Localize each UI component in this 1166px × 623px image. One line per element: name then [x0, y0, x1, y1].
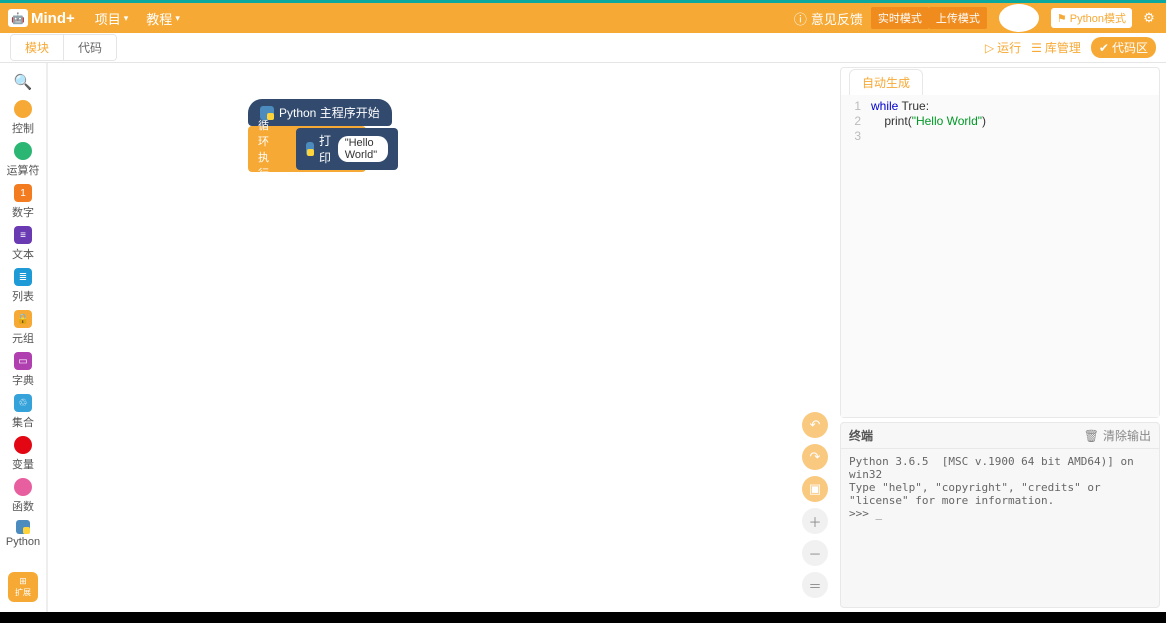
category-square-icon: ▭ [14, 352, 32, 370]
block-loop-forever[interactable]: 循环执行 打印 "Hello World" [248, 126, 366, 172]
mode-upload-button[interactable]: 上传模式 [929, 7, 987, 29]
block-print[interactable]: 打印 "Hello World" [296, 128, 398, 170]
play-icon: ▷ [985, 41, 994, 55]
category-label: 数字 [12, 204, 34, 220]
extension-icon: ⊞ [19, 576, 27, 587]
code-area-label: 代码区 [1112, 39, 1148, 56]
logo-icon: 🤖 [8, 9, 28, 27]
category-label: 元组 [12, 330, 34, 346]
category-元组[interactable]: 🔒 元组 [6, 307, 40, 349]
code-tab-auto[interactable]: 自动生成 [849, 69, 923, 95]
category-dot-icon [14, 142, 32, 160]
view-tabs: 模块 代码 [10, 34, 117, 61]
terminal-panel: 终端 🗑 清除输出 Python 3.6.5 [MSC v.1900 64 bi… [840, 422, 1160, 608]
block-python-main-start[interactable]: Python 主程序开始 [248, 99, 392, 126]
flag-icon: ⚑ [1057, 12, 1067, 25]
search-icon[interactable]: 🔍 [10, 69, 37, 95]
category-label: 列表 [12, 288, 34, 304]
redo-button[interactable]: ↷ [802, 444, 828, 470]
lib-manage-button[interactable]: ☰ 库管理 [1031, 39, 1081, 56]
code-panel: 自动生成 123 while True: print("Hello World"… [840, 67, 1160, 418]
menu-tutorial-label: 教程 [146, 9, 172, 28]
block-loop-label: 循环执行 [258, 117, 269, 181]
chevron-down-icon: ▾ [124, 13, 129, 24]
category-label: 函数 [12, 498, 34, 514]
terminal-title: 终端 [849, 427, 873, 444]
tab-blocks[interactable]: 模块 [11, 35, 63, 60]
zoom-in-button[interactable]: ＋ [802, 508, 828, 534]
chevron-down-icon: ▾ [175, 13, 180, 24]
category-sidebar: 🔍 控制运算符 1 数字 ≡ 文本 ≣ 列表 🔒 元组 ▭ 字典 ♲ 集合变量函数 Python ⊞ 扩展 [0, 63, 47, 612]
menu-project-label: 项目 [95, 9, 121, 28]
category-运算符[interactable]: 运算符 [6, 139, 40, 181]
extensions-button[interactable]: ⊞ 扩展 [8, 572, 38, 602]
tab-code[interactable]: 代码 [63, 35, 116, 60]
category-字典[interactable]: ▭ 字典 [6, 349, 40, 391]
category-label: Python [6, 536, 40, 548]
category-dot-icon [14, 478, 32, 496]
code-area-button[interactable]: ✔ 代码区 [1091, 37, 1156, 58]
second-bar: 模块 代码 ▷ 运行 ☰ 库管理 ✔ 代码区 [0, 33, 1166, 63]
code-lines: while True: print("Hello World") [865, 95, 986, 417]
mascot-icon [999, 4, 1039, 32]
zoom-reset-button[interactable]: ＝ [802, 572, 828, 598]
block-hat-label: Python 主程序开始 [279, 104, 380, 121]
run-label: 运行 [997, 39, 1021, 56]
feedback-link[interactable]: ⓘ 意见反馈 [794, 9, 863, 28]
category-变量[interactable]: 变量 [6, 433, 40, 475]
category-square-icon: ♲ [14, 394, 32, 412]
run-button[interactable]: ▷ 运行 [985, 39, 1021, 56]
top-menu: 项目 ▾ 教程 ▾ [89, 7, 186, 30]
category-square-icon: ≣ [14, 268, 32, 286]
python-icon [306, 142, 314, 156]
logo: 🤖 Mind+ [8, 9, 75, 27]
block-print-label: 打印 [319, 132, 333, 166]
category-控制[interactable]: 控制 [6, 97, 40, 139]
trash-icon: 🗑 [1084, 429, 1099, 443]
menu-project[interactable]: 项目 ▾ [89, 7, 135, 30]
python-icon [16, 520, 30, 534]
terminal-clear-label: 清除输出 [1103, 427, 1151, 444]
category-label: 文本 [12, 246, 34, 262]
category-square-icon: 🔒 [14, 310, 32, 328]
line-gutter: 123 [841, 95, 865, 417]
extensions-label: 扩展 [15, 587, 31, 598]
mode-python-button[interactable]: ⚑ Python模式 [1051, 8, 1132, 28]
category-数字[interactable]: 1 数字 [6, 181, 40, 223]
category-label: 字典 [12, 372, 34, 388]
category-Python[interactable]: Python [6, 517, 40, 551]
code-editor[interactable]: 123 while True: print("Hello World") [841, 95, 1159, 417]
category-dot-icon [14, 436, 32, 454]
mode-realtime-button[interactable]: 实时模式 [871, 7, 929, 29]
zoom-out-button[interactable]: － [802, 540, 828, 566]
category-square-icon: ≡ [14, 226, 32, 244]
center-button[interactable]: ▣ [802, 476, 828, 502]
category-label: 运算符 [7, 162, 40, 178]
gear-icon[interactable]: ⚙ [1140, 9, 1158, 27]
logo-text: Mind+ [31, 10, 75, 27]
category-文本[interactable]: ≡ 文本 [6, 223, 40, 265]
info-icon: ⓘ [794, 9, 807, 28]
lib-label: 库管理 [1045, 39, 1081, 56]
menu-tutorial[interactable]: 教程 ▾ [140, 7, 186, 30]
list-icon: ☰ [1031, 41, 1042, 55]
category-label: 控制 [12, 120, 34, 136]
category-函数[interactable]: 函数 [6, 475, 40, 517]
undo-button[interactable]: ↶ [802, 412, 828, 438]
check-icon: ✔ [1099, 41, 1109, 55]
category-square-icon: 1 [14, 184, 32, 202]
right-panel: 自动生成 123 while True: print("Hello World"… [838, 63, 1166, 612]
block-canvas[interactable]: Python 主程序开始 循环执行 打印 "Hello World" ↶ [47, 63, 838, 612]
feedback-label: 意见反馈 [811, 9, 863, 28]
top-bar: 🤖 Mind+ 项目 ▾ 教程 ▾ ⓘ 意见反馈 实时模式 上传模式 [0, 0, 1166, 33]
category-集合[interactable]: ♲ 集合 [6, 391, 40, 433]
category-列表[interactable]: ≣ 列表 [6, 265, 40, 307]
terminal-output[interactable]: Python 3.6.5 [MSC v.1900 64 bit AMD64)] … [841, 449, 1159, 607]
category-label: 集合 [12, 414, 34, 430]
category-label: 变量 [12, 456, 34, 472]
block-print-arg[interactable]: "Hello World" [338, 136, 389, 162]
terminal-clear-button[interactable]: 🗑 清除输出 [1084, 427, 1151, 444]
category-dot-icon [14, 100, 32, 118]
